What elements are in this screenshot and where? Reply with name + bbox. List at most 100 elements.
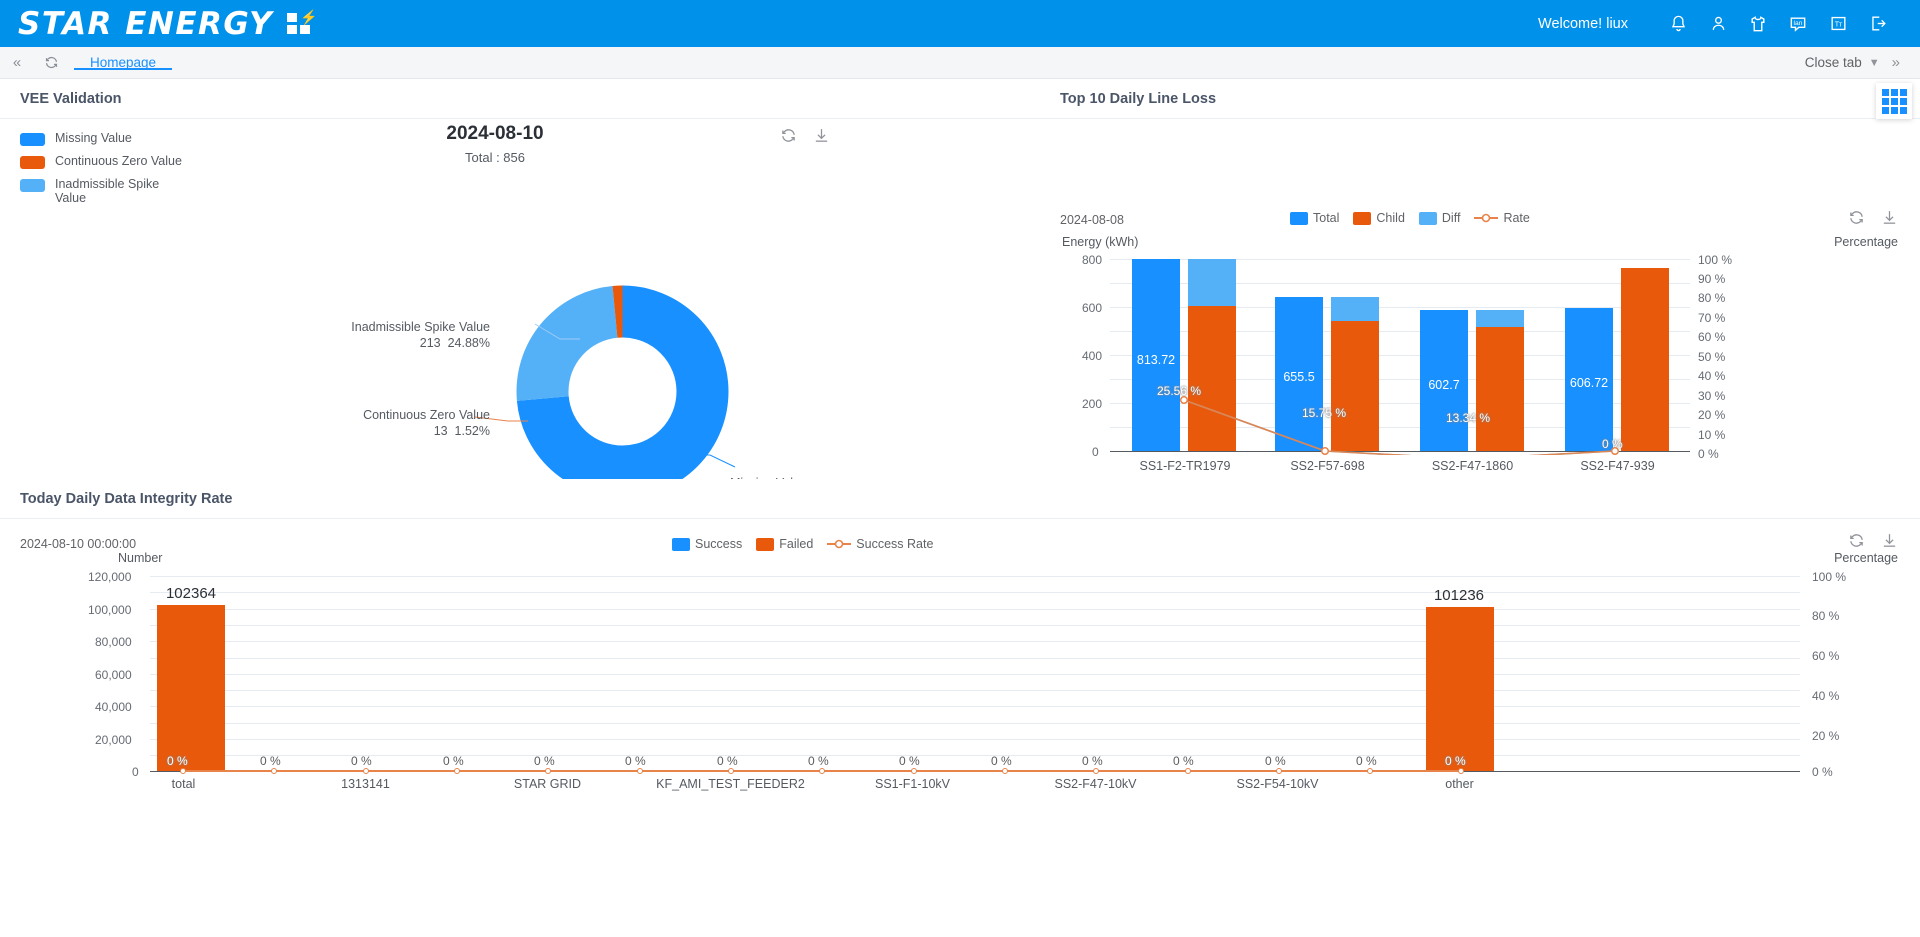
rate-point[interactable] — [819, 768, 825, 774]
legend-item-failed[interactable]: Failed — [756, 537, 813, 551]
legend-swatch-success — [672, 537, 690, 551]
y-tick: 80,000 — [95, 635, 132, 649]
label-percent: 1.52% — [454, 424, 490, 438]
rate-point[interactable] — [545, 768, 551, 774]
bar-value-label: 101236 — [1433, 587, 1485, 604]
x-category-label: SS2-F47-1860 — [1431, 459, 1514, 473]
refresh-icon[interactable] — [780, 127, 797, 144]
y2-tick: 100 % — [1812, 570, 1847, 584]
legend-swatch-total — [1290, 211, 1308, 225]
rate-point[interactable] — [637, 768, 643, 774]
x-category-label: 1313141 — [341, 777, 390, 791]
header-actions: Welcome! liux lan Tт — [1538, 4, 1898, 44]
x-category-label: SS2-F57-698 — [1290, 459, 1365, 473]
legend-item-total[interactable]: Total — [1290, 211, 1339, 225]
top10-y2-axis-label: Percentage — [1834, 235, 1898, 249]
legend-item-child[interactable]: Child — [1353, 211, 1405, 225]
rate-value-label: 0 % — [443, 754, 464, 768]
gridline — [150, 641, 1800, 642]
legend-swatch-continuous-zero-value — [20, 156, 45, 169]
y-tick: 800 — [1082, 253, 1103, 267]
language-icon[interactable]: lan — [1778, 4, 1818, 44]
download-icon[interactable] — [813, 127, 830, 144]
bar-failed-total[interactable] — [157, 605, 225, 771]
integrity-date: 2024-08-10 00:00:00 — [20, 537, 137, 551]
x-category-label: SS1-F2-TR1979 — [1139, 459, 1231, 473]
bell-icon[interactable] — [1658, 4, 1698, 44]
rate-point[interactable] — [911, 768, 917, 774]
label-value: 13 — [433, 424, 448, 438]
integrity-y-axis-label: Number — [118, 551, 163, 565]
tab-bar-left: « Homepage — [0, 47, 173, 79]
grid-layout-icon[interactable] — [1876, 83, 1912, 119]
bar-failed-other[interactable] — [1426, 607, 1494, 771]
refresh-icon[interactable] — [1848, 532, 1865, 549]
legend-item[interactable]: Missing Value — [20, 131, 250, 146]
rate-point[interactable] — [1610, 446, 1620, 455]
gridline — [150, 755, 1800, 756]
download-icon[interactable] — [1881, 532, 1898, 549]
expand-tabs-icon[interactable]: » — [1882, 54, 1910, 71]
gridline — [150, 706, 1800, 707]
rate-value-label: 0 % — [351, 754, 372, 768]
rate-point[interactable] — [1185, 768, 1191, 774]
rate-point[interactable] — [363, 768, 369, 774]
top10-panel-controls — [1848, 209, 1898, 226]
top10-y-axis-label: Energy (kWh) — [1062, 235, 1139, 249]
panel-daily-data-integrity: Today Daily Data Integrity Rate 2024-08-… — [0, 479, 1920, 937]
refresh-page-icon[interactable] — [34, 47, 68, 79]
download-icon[interactable] — [1881, 209, 1898, 226]
rate-point[interactable] — [1002, 768, 1008, 774]
collapse-sidebar-icon[interactable]: « — [0, 47, 34, 79]
font-size-icon[interactable]: Tт — [1818, 4, 1858, 44]
legend-item-success[interactable]: Success — [672, 537, 742, 551]
legend-swatch-inadmissible-spike-value — [20, 179, 45, 192]
rate-point[interactable] — [1093, 768, 1099, 774]
gridline — [150, 690, 1800, 691]
y2-tick: 60 % — [1812, 649, 1840, 663]
app-header: STAR ENERGY ⚡ Welcome! liux lan Tт — [0, 0, 1920, 47]
gridline — [150, 739, 1800, 740]
close-tab-button[interactable]: Close tab ▼ — [1805, 55, 1880, 70]
tab-homepage[interactable]: Homepage — [74, 55, 173, 70]
legend-item[interactable]: Inadmissible Spike Value — [20, 177, 250, 205]
rate-value-label: 0 % — [1082, 754, 1103, 768]
rate-value-label: 0 % — [1445, 754, 1466, 768]
refresh-icon[interactable] — [1848, 209, 1865, 226]
legend-label: Missing Value — [55, 131, 132, 145]
x-category-label: SS1-F1-10kV — [874, 777, 951, 791]
rate-value-label: 0 % — [534, 754, 555, 768]
label-value: 213 — [419, 336, 441, 350]
legend-item-success-rate[interactable]: Success Rate — [827, 537, 933, 551]
theme-shirt-icon[interactable] — [1738, 4, 1778, 44]
rate-point[interactable] — [271, 768, 277, 774]
legend-item[interactable]: Continuous Zero Value — [20, 154, 250, 169]
legend-swatch-rate — [1474, 213, 1499, 223]
integrity-y2-axis-label: Percentage — [1834, 551, 1898, 565]
legend-label: Diff — [1441, 211, 1461, 225]
rate-point[interactable] — [180, 768, 186, 774]
y2-tick: 0 % — [1812, 765, 1833, 779]
rate-point[interactable] — [728, 768, 734, 774]
rate-point[interactable] — [1458, 768, 1464, 774]
rate-value-label: 0 % — [808, 754, 829, 768]
rate-point[interactable] — [454, 768, 460, 774]
rate-value-label: 0 % — [625, 754, 646, 768]
legend-item-diff[interactable]: Diff — [1418, 211, 1461, 225]
legend-swatch-child — [1353, 211, 1372, 225]
legend-item-rate[interactable]: Rate — [1474, 211, 1530, 225]
y-tick: 100,000 — [88, 603, 132, 617]
y-tick: 600 — [1082, 301, 1103, 315]
rate-point[interactable] — [1367, 768, 1373, 774]
rate-point[interactable] — [1179, 395, 1189, 405]
brand-logo[interactable]: STAR ENERGY ⚡ — [18, 6, 317, 42]
vee-chart-date: 2024-08-10 — [446, 123, 544, 144]
rate-point[interactable] — [1320, 446, 1330, 455]
logout-icon[interactable] — [1858, 4, 1898, 44]
panel-vee-validation: VEE Validation Missing Value Continuous … — [0, 79, 1040, 506]
legend-label: Continuous Zero Value — [55, 154, 182, 168]
integrity-legend: Success Failed Success Rate — [672, 537, 940, 551]
user-icon[interactable] — [1698, 4, 1738, 44]
x-category-label: SS2-F47-10kV — [1054, 777, 1137, 791]
rate-point[interactable] — [1276, 768, 1282, 774]
